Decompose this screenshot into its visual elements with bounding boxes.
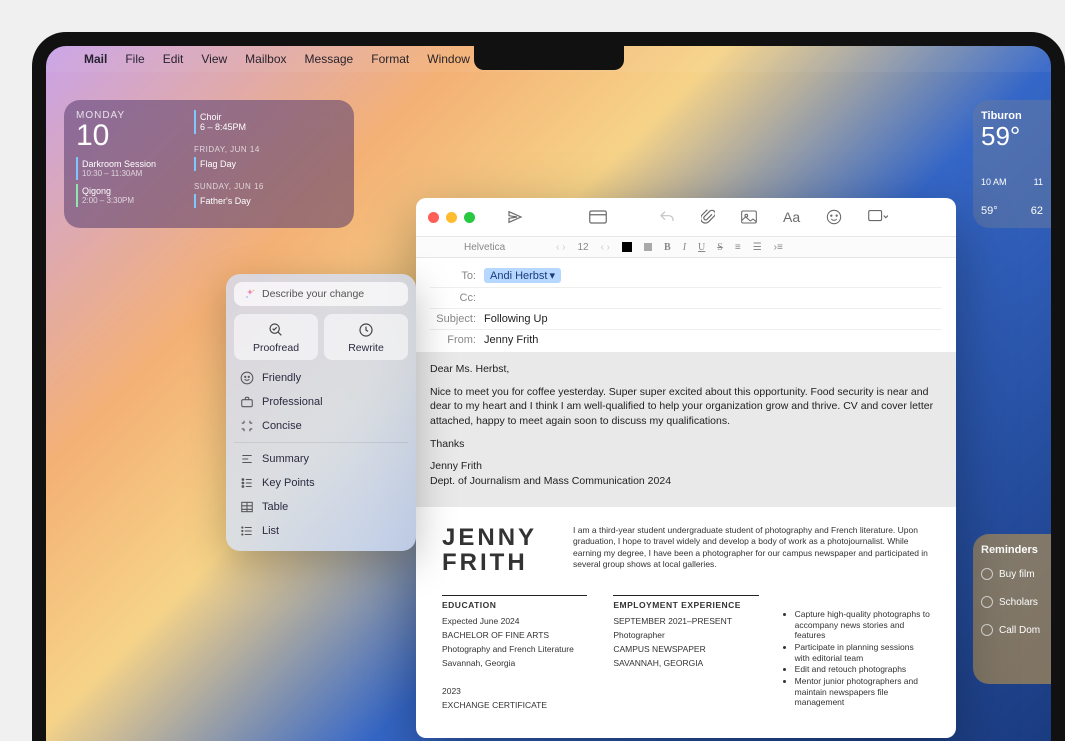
strike-button[interactable]: S xyxy=(717,242,723,253)
list-button[interactable]: ☰ xyxy=(753,242,762,253)
minimize-button[interactable] xyxy=(446,212,457,223)
menu-file[interactable]: File xyxy=(125,52,144,66)
calendar-event: Qigong 2:00 – 3:30PM xyxy=(76,184,194,207)
transform-key-points[interactable]: Key Points xyxy=(234,471,408,495)
mail-titlebar[interactable]: Aa xyxy=(416,198,956,236)
resume-name: FRITH xyxy=(442,550,537,575)
menu-format[interactable]: Format xyxy=(371,52,409,66)
reminders-widget[interactable]: Reminders Buy film Scholars Call Dom xyxy=(973,534,1051,684)
attach-icon[interactable] xyxy=(701,209,715,225)
key-points-icon xyxy=(240,476,254,490)
text-color-swatch[interactable] xyxy=(622,242,632,252)
chevron-down-icon[interactable]: ▾ xyxy=(549,269,555,282)
style-concise[interactable]: Concise xyxy=(234,414,408,438)
weather-temperature: 59° xyxy=(981,122,1043,151)
menu-view[interactable]: View xyxy=(201,52,227,66)
bold-button[interactable]: B xyxy=(664,242,671,253)
compress-icon xyxy=(240,419,254,433)
photo-icon[interactable] xyxy=(741,210,757,224)
recipient-token[interactable]: Andi Herbst▾ xyxy=(484,268,561,283)
transform-summary[interactable]: Summary xyxy=(234,447,408,471)
calendar-event: Father's Day xyxy=(194,194,342,208)
reply-icon[interactable] xyxy=(659,210,675,224)
font-family-select[interactable]: Helvetica xyxy=(464,242,544,253)
writing-tools-popover: Describe your change Proofread Rewrite F… xyxy=(226,274,416,551)
mail-body[interactable]: Dear Ms. Herbst, Nice to meet you for co… xyxy=(416,352,956,738)
underline-button[interactable]: U xyxy=(698,242,705,253)
mail-compose-window: Aa Helvetica ‹ › 12 ‹ › B I U S ≡ ☰ ›≡ T… xyxy=(416,198,956,738)
selected-text-region[interactable]: Dear Ms. Herbst, Nice to meet you for co… xyxy=(416,352,956,507)
resume-attachment-preview: JENNY FRITH I am a third-year student un… xyxy=(416,507,956,733)
describe-change-input[interactable]: Describe your change xyxy=(234,282,408,306)
smile-icon xyxy=(240,371,254,385)
sparkle-icon xyxy=(244,288,256,300)
subject-field[interactable]: Following Up xyxy=(484,313,548,325)
proofread-button[interactable]: Proofread xyxy=(234,314,318,360)
mail-format-toolbar: Helvetica ‹ › 12 ‹ › B I U S ≡ ☰ ›≡ xyxy=(416,236,956,258)
menu-message[interactable]: Message xyxy=(305,52,354,66)
resume-name: JENNY xyxy=(442,525,537,550)
close-button[interactable] xyxy=(428,212,439,223)
header-fields-icon[interactable] xyxy=(589,210,607,224)
font-size-select[interactable]: 12 xyxy=(577,242,588,253)
mail-header-fields: To: Andi Herbst▾ Cc: Subject: Following … xyxy=(416,258,956,352)
menu-mailbox[interactable]: Mailbox xyxy=(245,52,286,66)
calendar-event: Darkroom Session 10:30 – 11:30AM xyxy=(76,157,194,180)
app-menu[interactable]: Mail xyxy=(84,52,107,66)
indent-button[interactable]: ›≡ xyxy=(774,242,783,253)
send-icon[interactable] xyxy=(507,209,523,225)
checkbox-icon[interactable] xyxy=(981,596,993,608)
list-icon xyxy=(240,524,254,538)
checkbox-icon[interactable] xyxy=(981,624,993,636)
transform-table[interactable]: Table xyxy=(234,495,408,519)
menu-window[interactable]: Window xyxy=(427,52,470,66)
bg-color-swatch[interactable] xyxy=(644,243,652,251)
magnifier-check-icon xyxy=(268,322,284,338)
reminder-item[interactable]: Buy film xyxy=(981,568,1043,580)
resume-intro: I am a third-year student undergraduate … xyxy=(573,525,930,575)
reminders-title: Reminders xyxy=(981,544,1043,556)
calendar-event: Choir 6 – 8:45PM xyxy=(194,110,342,134)
format-icon[interactable]: Aa xyxy=(783,209,800,225)
checkbox-icon[interactable] xyxy=(981,568,993,580)
align-button[interactable]: ≡ xyxy=(735,242,741,253)
summary-icon xyxy=(240,452,254,466)
zoom-button[interactable] xyxy=(464,212,475,223)
rewrite-icon xyxy=(358,322,374,338)
menu-edit[interactable]: Edit xyxy=(163,52,184,66)
to-label: To: xyxy=(430,270,476,282)
display-notch xyxy=(474,46,624,70)
style-friendly[interactable]: Friendly xyxy=(234,366,408,390)
emoji-icon[interactable] xyxy=(826,209,842,225)
reminder-item[interactable]: Scholars xyxy=(981,596,1043,608)
rewrite-button[interactable]: Rewrite xyxy=(324,314,408,360)
weather-widget[interactable]: Tiburon 59° 10 AM11 59°62 xyxy=(973,100,1051,228)
table-icon xyxy=(240,500,254,514)
from-field[interactable]: Jenny Frith xyxy=(484,334,538,346)
from-label: From: xyxy=(430,334,476,346)
italic-button[interactable]: I xyxy=(683,242,686,253)
cc-label: Cc: xyxy=(430,292,476,304)
calendar-widget[interactable]: MONDAY 10 Darkroom Session 10:30 – 11:30… xyxy=(64,100,354,228)
style-professional[interactable]: Professional xyxy=(234,390,408,414)
briefcase-icon xyxy=(240,395,254,409)
window-controls xyxy=(428,212,475,223)
reminder-item[interactable]: Call Dom xyxy=(981,624,1043,636)
calendar-day-label: MONDAY xyxy=(76,110,194,121)
media-dropdown-icon[interactable] xyxy=(868,209,888,225)
laptop-frame: Mail File Edit View Mailbox Message Form… xyxy=(32,32,1065,741)
transform-list[interactable]: List xyxy=(234,519,408,543)
subject-label: Subject: xyxy=(430,313,476,325)
calendar-day-number: 10 xyxy=(76,121,194,151)
calendar-event: Flag Day xyxy=(194,157,342,171)
